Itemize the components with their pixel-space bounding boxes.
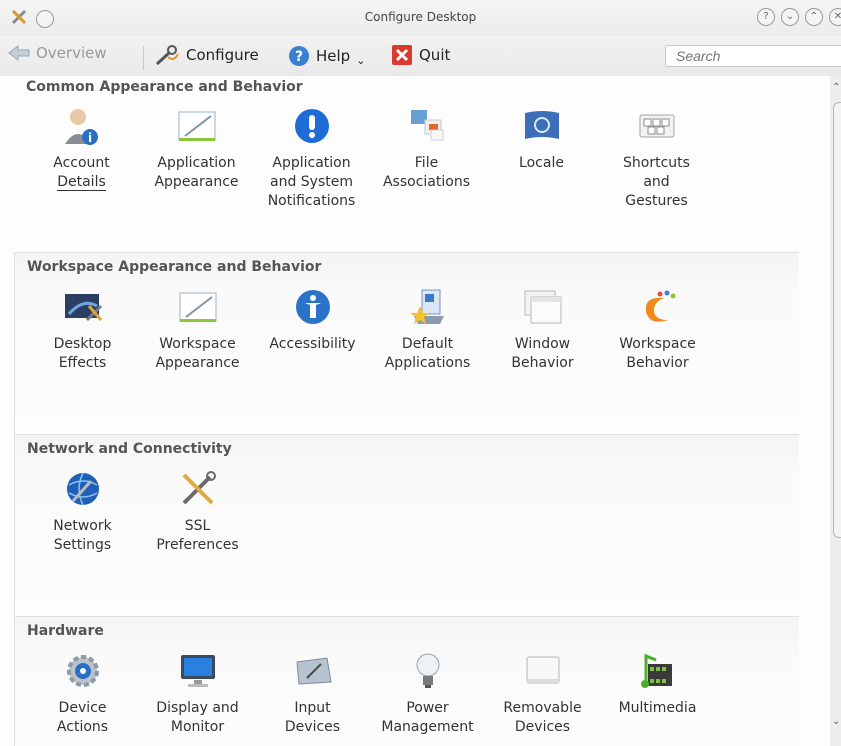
- overview-button[interactable]: Overview: [8, 44, 107, 62]
- appearance-icon: [179, 292, 216, 322]
- module-label: Device Actions: [56, 700, 109, 735]
- module-label: Accessibility: [269, 336, 356, 352]
- close-icon[interactable]: ✕: [829, 8, 841, 26]
- section-title: Hardware: [27, 623, 104, 639]
- scroll-down-icon[interactable]: ⌄: [832, 716, 840, 727]
- window-title: Configure Desktop: [364, 10, 477, 24]
- module-label: Default Applications: [384, 336, 471, 371]
- module-label: Network Settings: [53, 518, 112, 553]
- module-label: SSL Preferences: [156, 518, 239, 553]
- window-icon: [524, 290, 561, 324]
- file-associations-icon: [410, 110, 443, 141]
- gear-icon: [66, 655, 99, 687]
- wrench-icon: [155, 45, 179, 66]
- multimedia-icon: [640, 653, 672, 688]
- account-details-label-line2: Details: [57, 174, 106, 191]
- module-application-appearance[interactable]: Application Appearance: [139, 106, 254, 211]
- vertical-scrollbar[interactable]: ⌃ ⌄: [830, 76, 841, 746]
- module-label: Shortcuts and Gestures: [623, 155, 690, 209]
- scroll-up-icon[interactable]: ⌃: [832, 82, 840, 93]
- bulb-icon: [416, 653, 439, 688]
- tools-icon: [182, 471, 216, 505]
- help-icon[interactable]: ?: [757, 8, 775, 26]
- module-label: Desktop Effects: [53, 336, 112, 371]
- drive-icon: [526, 656, 559, 684]
- module-label: Account Details: [53, 154, 110, 192]
- module-display-monitor[interactable]: Display and Monitor: [140, 651, 255, 737]
- quit-icon: [392, 45, 412, 65]
- section-common-appearance: Common Appearance and Behavior i Account…: [14, 76, 798, 252]
- help-button[interactable]: ? Help ⌄: [288, 44, 365, 67]
- svg-text:i: i: [87, 131, 91, 145]
- accessibility-icon: [295, 290, 330, 324]
- section-hardware: Hardware Device Actions Display and Moni…: [14, 616, 799, 746]
- module-file-associations[interactable]: File Associations: [369, 106, 484, 211]
- module-account-details[interactable]: i Account Details: [24, 106, 139, 211]
- monitor-icon: [180, 655, 215, 687]
- module-accessibility[interactable]: Accessibility: [255, 287, 370, 373]
- help-circle-icon: ?: [289, 45, 309, 66]
- configure-label: Configure: [186, 46, 259, 64]
- title-bar: Configure Desktop ? ⌄ ⌃ ✕: [0, 0, 841, 36]
- locale-icon: [524, 111, 559, 139]
- overview-label: Overview: [36, 44, 107, 62]
- module-label: Power Management: [381, 700, 474, 735]
- keyboard-icon: [639, 114, 674, 138]
- module-label: Application and System Notifications: [267, 155, 356, 209]
- section-network: Network and Connectivity Network Setting…: [14, 434, 799, 617]
- section-title: Network and Connectivity: [27, 441, 232, 457]
- desktop-effects-icon: [64, 294, 102, 322]
- minimize-icon[interactable]: ⌄: [781, 8, 799, 26]
- module-default-applications[interactable]: Default Applications: [370, 287, 485, 373]
- account-details-label-line1: Account: [53, 155, 110, 171]
- network-icon: [66, 472, 99, 506]
- module-multimedia[interactable]: Multimedia: [600, 651, 715, 737]
- module-label: Removable Devices: [503, 700, 582, 735]
- module-label: Workspace Behavior: [619, 336, 696, 371]
- module-device-actions[interactable]: Device Actions: [25, 651, 140, 737]
- section-title: Workspace Appearance and Behavior: [27, 259, 322, 275]
- svg-text:?: ?: [295, 49, 303, 65]
- module-workspace-appearance[interactable]: Workspace Appearance: [140, 287, 255, 373]
- module-label: Workspace Appearance: [155, 336, 240, 371]
- module-label: Window Behavior: [511, 336, 574, 371]
- toolbar: Overview Configure ? Help ⌄ Quit: [0, 36, 841, 76]
- module-input-devices[interactable]: Input Devices: [255, 651, 370, 737]
- help-label: Help: [316, 46, 351, 65]
- section-workspace-appearance: Workspace Appearance and Behavior Deskto…: [14, 252, 799, 435]
- search-input[interactable]: [665, 45, 841, 67]
- toolbar-separator: [143, 46, 144, 70]
- module-shortcuts[interactable]: Shortcuts and Gestures: [599, 106, 714, 211]
- module-locale[interactable]: Locale: [484, 106, 599, 211]
- module-notifications[interactable]: Application and System Notifications: [254, 106, 369, 211]
- module-ssl-preferences[interactable]: SSL Preferences: [140, 469, 255, 555]
- module-removable-devices[interactable]: Removable Devices: [485, 651, 600, 737]
- module-desktop-effects[interactable]: Desktop Effects: [25, 287, 140, 373]
- module-window-behavior[interactable]: Window Behavior: [485, 287, 600, 373]
- workspace-behavior-icon: [645, 290, 675, 322]
- section-title: Common Appearance and Behavior: [26, 79, 303, 95]
- module-workspace-behavior[interactable]: Workspace Behavior: [600, 287, 715, 373]
- module-label: Input Devices: [284, 700, 341, 735]
- appearance-icon: [178, 111, 215, 141]
- module-network-settings[interactable]: Network Settings: [25, 469, 140, 555]
- module-label: Display and Monitor: [156, 700, 239, 735]
- settings-content: Common Appearance and Behavior i Account…: [0, 76, 830, 746]
- module-label: Application Appearance: [154, 155, 239, 190]
- module-label: File Associations: [382, 155, 470, 190]
- default-apps-icon: [409, 289, 444, 324]
- configure-button[interactable]: Configure: [154, 44, 259, 66]
- module-label: Locale: [519, 155, 564, 171]
- scrollbar-thumb[interactable]: [833, 102, 841, 538]
- back-arrow-icon: [8, 44, 30, 62]
- account-icon: i: [64, 109, 98, 145]
- module-power-management[interactable]: Power Management: [370, 651, 485, 737]
- input-devices-icon: [295, 657, 332, 685]
- quit-label: Quit: [419, 46, 451, 64]
- maximize-icon[interactable]: ⌃: [805, 8, 823, 26]
- chevron-down-icon[interactable]: ⌄: [356, 54, 365, 67]
- notification-icon: [294, 109, 329, 143]
- quit-button[interactable]: Quit: [391, 44, 450, 66]
- module-label: Multimedia: [618, 700, 697, 716]
